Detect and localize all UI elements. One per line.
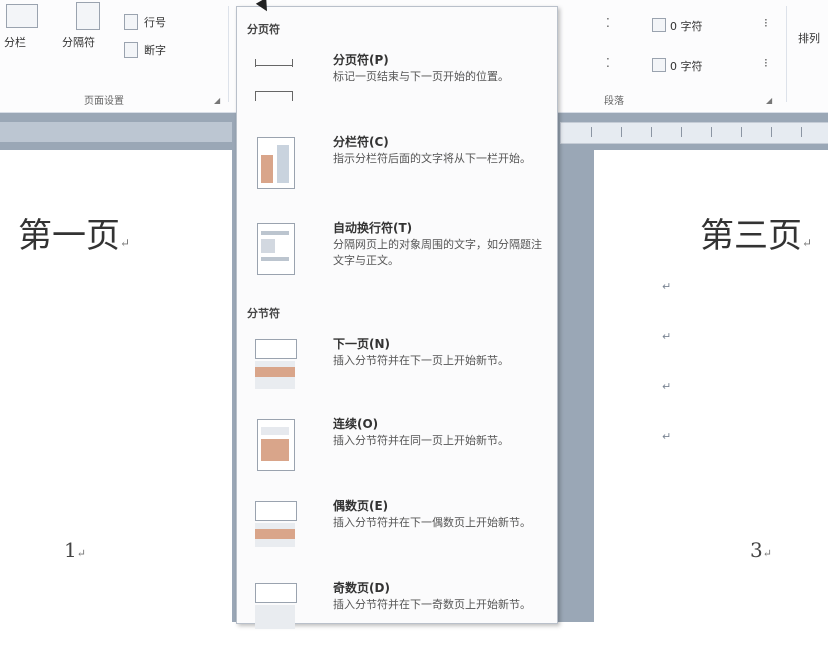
page-break-icon [251,53,297,105]
arrange-button[interactable]: 排列 [798,30,820,46]
continuous-break-icon [251,417,297,471]
menu-item-description: 指示分栏符后面的文字将从下一栏开始。 [333,152,531,165]
text-wrapping-break-icon [251,221,297,275]
page-3[interactable]: 第三页↵ ↵ ↵ ↵ ↵ 3↵ [594,150,828,622]
page-3-number-text: 3 [750,538,763,562]
columns-icon[interactable] [6,4,38,28]
ruler-tick [711,127,712,137]
paragraph-mark: ↵ [662,380,672,393]
menu-item-title: 分页符(P) [333,53,389,67]
page-setup-group-label: 页面设置 [84,96,124,107]
menu-item-description: 分隔网页上的对象周围的文字，如分隔题注文字与正文。 [333,238,542,267]
hyphenation-button[interactable]: 断字 [144,42,166,58]
page-setup-launcher-icon[interactable]: ◢ [214,96,220,105]
ruler-tick [681,127,682,137]
page-1-title: 第一页↵ [18,208,130,257]
paragraph-mark: ↵ [662,330,672,343]
menu-item-next-page[interactable]: 下一页(N) 插入分节符并在下一页上开始新节。 [241,329,551,401]
menu-item-continuous[interactable]: 连续(O) 插入分节符并在同一页上开始新节。 [241,409,551,481]
page-1-number-text: 1 [64,538,77,562]
paragraph-mark: ↵ [662,430,672,443]
menu-item-page-break[interactable]: 分页符(P) 标记一页结束与下一页开始的位置。 [241,45,551,117]
next-page-break-icon [251,337,297,389]
menu-item-even-page[interactable]: 偶数页(E) 插入分节符并在下一偶数页上开始新节。 [241,491,551,563]
page-1-number: 1↵ [64,538,86,562]
page-setup-icon[interactable] [76,2,100,30]
menu-item-text-wrapping-break[interactable]: 自动换行符(T) 分隔网页上的对象周围的文字，如分隔题注文字与正文。 [241,213,551,285]
ribbon-separator [228,6,229,102]
paragraph-mark: ↵ [662,280,672,293]
left-ruler-area [0,122,232,142]
return-mark: ↵ [802,236,813,250]
return-mark: ↵ [76,547,86,560]
menu-item-title: 连续(O) [333,417,379,431]
menu-item-description: 插入分节符并在下一页上开始新节。 [333,354,509,367]
indent-left-value[interactable]: 0 字符 [670,18,703,34]
line-numbers-button[interactable]: 行号 [144,14,166,30]
paragraph-launcher-icon[interactable]: ◢ [766,96,772,105]
page-1-title-text: 第一页 [18,216,120,256]
page-1[interactable]: 第一页↵ 1↵ [0,150,232,622]
ruler-tick [741,127,742,137]
section-header-page-breaks: 分页符 [247,23,280,36]
columns-button[interactable]: 分栏 [4,34,26,50]
ruler-tick [801,127,802,137]
menu-item-description: 插入分节符并在同一页上开始新节。 [333,434,509,447]
section-header-section-breaks: 分节符 [247,307,280,320]
spacing-spinner-icon-2[interactable]: ⁝ [764,56,768,70]
page-3-title-text: 第三页 [700,216,802,256]
even-page-break-icon [251,499,297,551]
odd-page-break-icon [251,581,297,633]
ruler-tick [621,127,622,137]
hyphenation-icon[interactable] [124,42,138,58]
menu-item-description: 插入分节符并在下一偶数页上开始新节。 [333,516,531,529]
ruler-tick [651,127,652,137]
breaks-dropdown-menu: 分页符 分页符(P) 标记一页结束与下一页开始的位置。 分栏符(C) 指示分栏符… [236,6,558,629]
ribbon-separator-2 [786,6,787,102]
menu-item-title: 奇数页(D) [333,581,390,595]
menu-item-title: 偶数页(E) [333,499,389,513]
menu-item-description: 标记一页结束与下一页开始的位置。 [333,70,509,83]
menu-item-title: 分栏符(C) [333,135,389,149]
return-mark: ↵ [120,236,131,250]
menu-item-odd-page[interactable]: 奇数页(D) 插入分节符并在下一奇数页上开始新节。 [241,573,551,645]
page-3-title: 第三页↵ [700,208,812,257]
menu-item-title: 下一页(N) [333,337,391,351]
indent-right-value[interactable]: 0 字符 [670,58,703,74]
indent-right-icon [652,58,666,72]
indent-left-spinner-icon[interactable]: ⁚ [606,16,610,30]
column-break-icon [251,135,297,189]
menu-item-description: 插入分节符并在下一奇数页上开始新节。 [333,598,531,611]
paragraph-group-label: 段落 [604,96,624,107]
line-numbers-icon[interactable] [124,14,138,30]
horizontal-ruler[interactable] [560,122,828,144]
menu-item-title: 自动换行符(T) [333,221,413,235]
indent-right-spinner-icon[interactable]: ⁚ [606,56,610,70]
menu-item-column-break[interactable]: 分栏符(C) 指示分栏符后面的文字将从下一栏开始。 [241,127,551,199]
ruler-tick [591,127,592,137]
indent-left-icon [652,18,666,32]
ruler-tick [771,127,772,137]
return-mark: ↵ [762,547,772,560]
page-3-number: 3↵ [750,538,772,562]
spacing-spinner-icon[interactable]: ⁝ [764,16,768,30]
breaks-button[interactable]: 分隔符 [62,34,95,50]
